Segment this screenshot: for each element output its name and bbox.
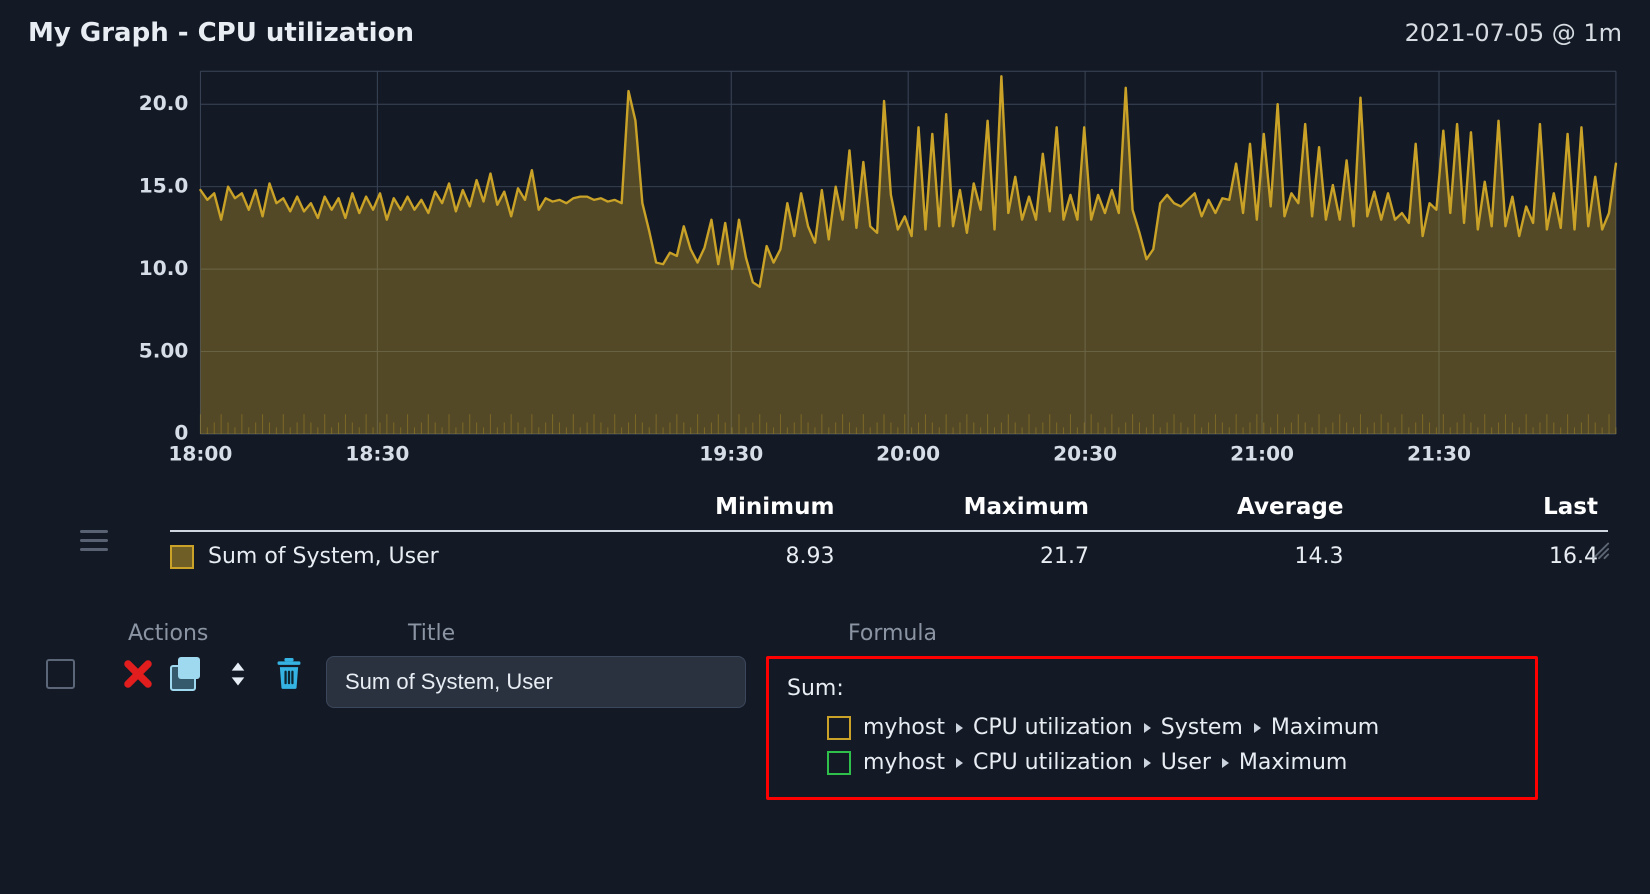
legend-series-name: Sum of System, User — [208, 544, 439, 569]
legend-col-max[interactable]: Maximum — [845, 494, 1100, 520]
chart-wrap: 0 5.00 10.0 15.0 20.0 18:00 18:30 19:30 20:00 20:… — [120, 56, 1628, 579]
svg-text:20.0: 20.0 — [139, 92, 189, 114]
actions-cell — [46, 656, 306, 692]
formula-segment: myhost — [863, 745, 945, 780]
title-cell — [326, 656, 746, 708]
chevron-right-icon — [953, 757, 965, 769]
config-head-title: Title — [408, 621, 828, 646]
delete-icon[interactable] — [121, 656, 156, 692]
app-root: My Graph - CPU utilization 2021-07-05 @ … — [0, 0, 1650, 894]
formula-swatch-green-icon — [827, 751, 851, 775]
row-select-checkbox[interactable] — [46, 659, 75, 689]
svg-text:20:30: 20:30 — [1053, 443, 1117, 465]
config-panel: Actions Title Formula — [0, 611, 1650, 822]
formula-swatch-series-icon — [827, 716, 851, 740]
metric-title-input[interactable] — [326, 656, 746, 708]
formula-item[interactable]: myhost CPU utilization User Maximum — [827, 745, 1517, 780]
formula-segment: CPU utilization — [973, 710, 1133, 745]
svg-text:18:30: 18:30 — [345, 443, 409, 465]
config-row: Sum: myhostCPU utilizationSystemMaximumm… — [22, 656, 1628, 822]
svg-text:21:00: 21:00 — [1230, 443, 1294, 465]
formula-segment: Maximum — [1271, 710, 1379, 745]
formula-path: myhost CPU utilization System Maximum — [863, 710, 1379, 745]
legend-row[interactable]: Sum of System, User 8.93 21.7 14.3 16.4 — [170, 532, 1608, 579]
svg-text:18:00: 18:00 — [168, 443, 232, 465]
chevron-right-icon — [1141, 722, 1153, 734]
svg-text:10.0: 10.0 — [139, 257, 189, 279]
chevron-right-icon — [1141, 757, 1153, 769]
formula-item[interactable]: myhost CPU utilization System Maximum — [827, 710, 1517, 745]
config-head-actions: Actions — [128, 621, 388, 646]
formula-segment: System — [1161, 710, 1243, 745]
graph-timestamp: 2021-07-05 @ 1m — [1405, 19, 1622, 47]
formula-path: myhost CPU utilization User Maximum — [863, 745, 1347, 780]
graph-title: My Graph - CPU utilization — [28, 18, 414, 48]
chart-canvas[interactable]: 0 5.00 10.0 15.0 20.0 18:00 18:30 19:30 20:00 20:… — [120, 56, 1628, 476]
chevron-right-icon — [953, 722, 965, 734]
svg-text:19:30: 19:30 — [699, 443, 763, 465]
legend-col-last[interactable]: Last — [1354, 494, 1609, 520]
config-head: Actions Title Formula — [22, 611, 1628, 656]
formula-box[interactable]: Sum: myhostCPU utilizationSystemMaximumm… — [766, 656, 1538, 800]
legend-col-avg[interactable]: Average — [1099, 494, 1354, 520]
legend-max: 21.7 — [845, 544, 1100, 569]
legend-series[interactable]: Sum of System, User — [170, 544, 590, 569]
chart-area: 0 5.00 10.0 15.0 20.0 18:00 18:30 19:30 20:00 20:… — [0, 56, 1650, 579]
svg-text:21:30: 21:30 — [1407, 443, 1471, 465]
legend-col-min[interactable]: Minimum — [590, 494, 845, 520]
legend-last: 16.4 — [1354, 544, 1609, 569]
config-head-formula: Formula — [848, 621, 1538, 646]
clone-icon[interactable] — [169, 656, 204, 692]
hamburger-icon[interactable] — [80, 530, 108, 551]
formula-segment: User — [1161, 745, 1211, 780]
svg-text:0: 0 — [174, 422, 188, 444]
legend-header-row: Minimum Maximum Average Last — [170, 490, 1608, 532]
formula-segment: CPU utilization — [973, 745, 1133, 780]
legend-avg: 14.3 — [1099, 544, 1354, 569]
header: My Graph - CPU utilization 2021-07-05 @ … — [0, 0, 1650, 56]
legend-min: 8.93 — [590, 544, 845, 569]
chevron-right-icon — [1219, 757, 1231, 769]
formula-label: Sum: — [787, 671, 1517, 706]
trash-icon[interactable] — [271, 656, 306, 692]
legend-table: Minimum Maximum Average Last Sum of Syst… — [170, 490, 1608, 579]
reorder-icon[interactable] — [218, 656, 257, 692]
resize-grip-icon[interactable] — [1588, 538, 1610, 560]
formula-segment: Maximum — [1239, 745, 1347, 780]
formula-segment: myhost — [863, 710, 945, 745]
legend-swatch-icon — [170, 545, 194, 569]
svg-text:15.0: 15.0 — [139, 175, 189, 197]
svg-text:20:00: 20:00 — [876, 443, 940, 465]
chevron-right-icon — [1251, 722, 1263, 734]
svg-text:5.00: 5.00 — [139, 340, 189, 362]
